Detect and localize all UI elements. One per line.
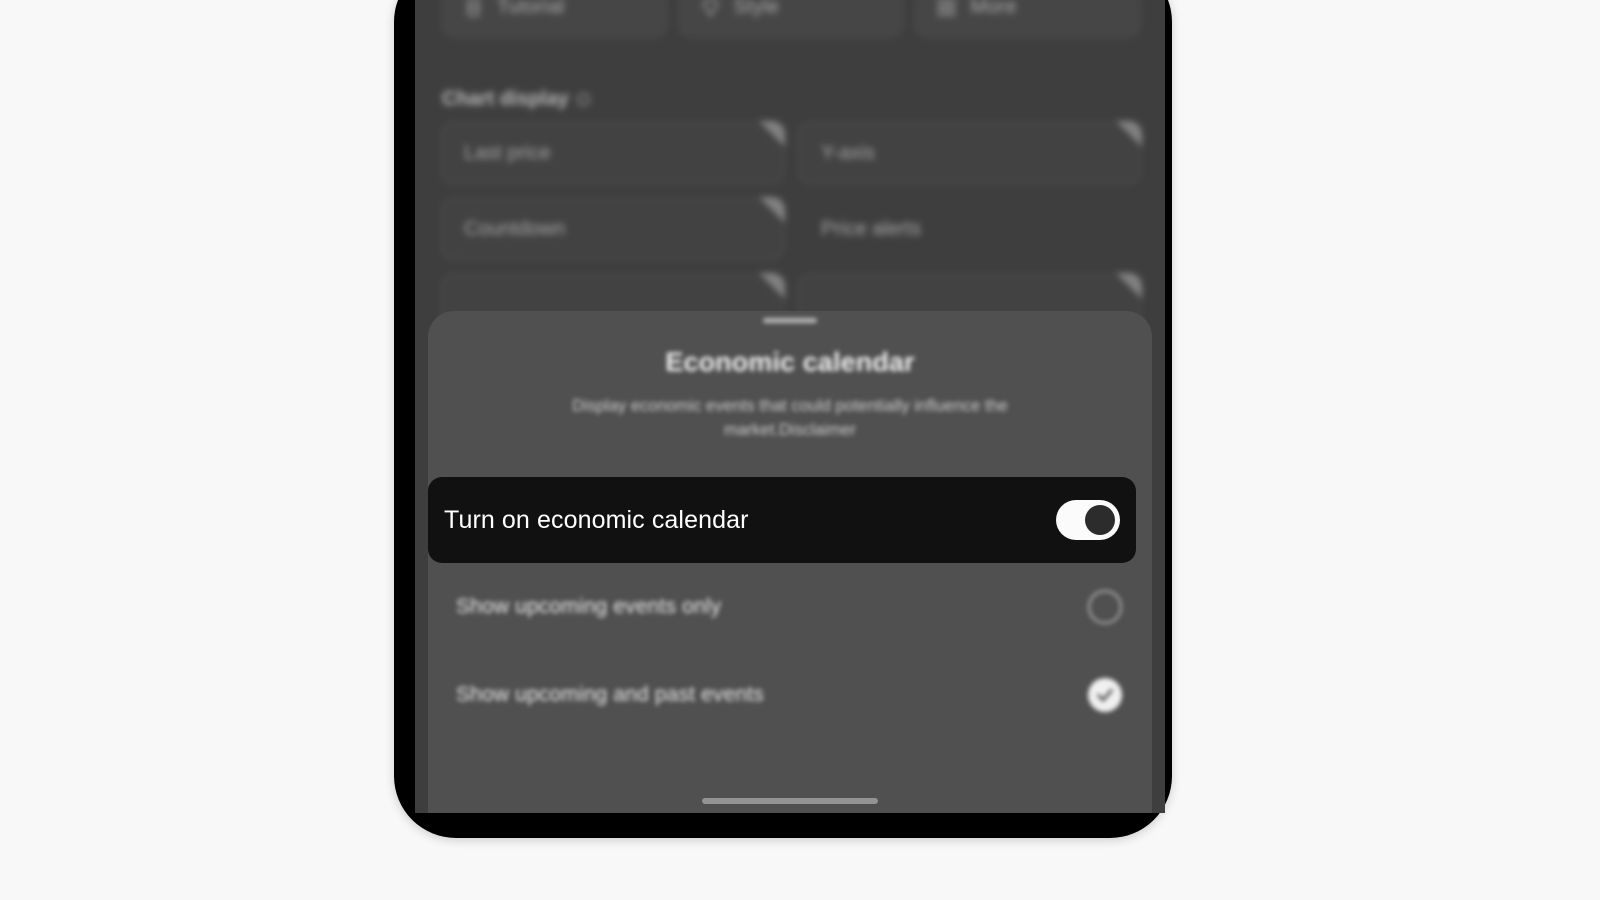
toggle-knob — [1085, 505, 1115, 535]
phone-screen: Tutorial Style More Chart display Last p… — [415, 0, 1165, 813]
sheet-subtitle: Display economic events that could poten… — [572, 397, 1008, 439]
sheet-title: Economic calendar — [665, 347, 915, 377]
option-row-upcoming-and-past[interactable]: Show upcoming and past events — [428, 651, 1152, 739]
screenshot-canvas: Tutorial Style More Chart display Last p… — [0, 0, 1600, 900]
option-upcoming-and-past-label: Show upcoming and past events — [456, 683, 764, 706]
row-turn-on-economic-calendar[interactable]: Turn on economic calendar — [428, 477, 1136, 563]
option-row-upcoming-only[interactable]: Show upcoming events only — [428, 563, 1152, 651]
sheet-drag-handle[interactable] — [763, 318, 817, 323]
radio-unselected-icon[interactable] — [1088, 590, 1122, 624]
radio-selected-check-icon[interactable] — [1088, 678, 1122, 712]
turn-on-economic-calendar-label: Turn on economic calendar — [444, 505, 749, 534]
toggle-switch-on[interactable] — [1056, 500, 1120, 540]
home-indicator — [702, 798, 878, 804]
option-upcoming-only-label: Show upcoming events only — [456, 595, 722, 618]
